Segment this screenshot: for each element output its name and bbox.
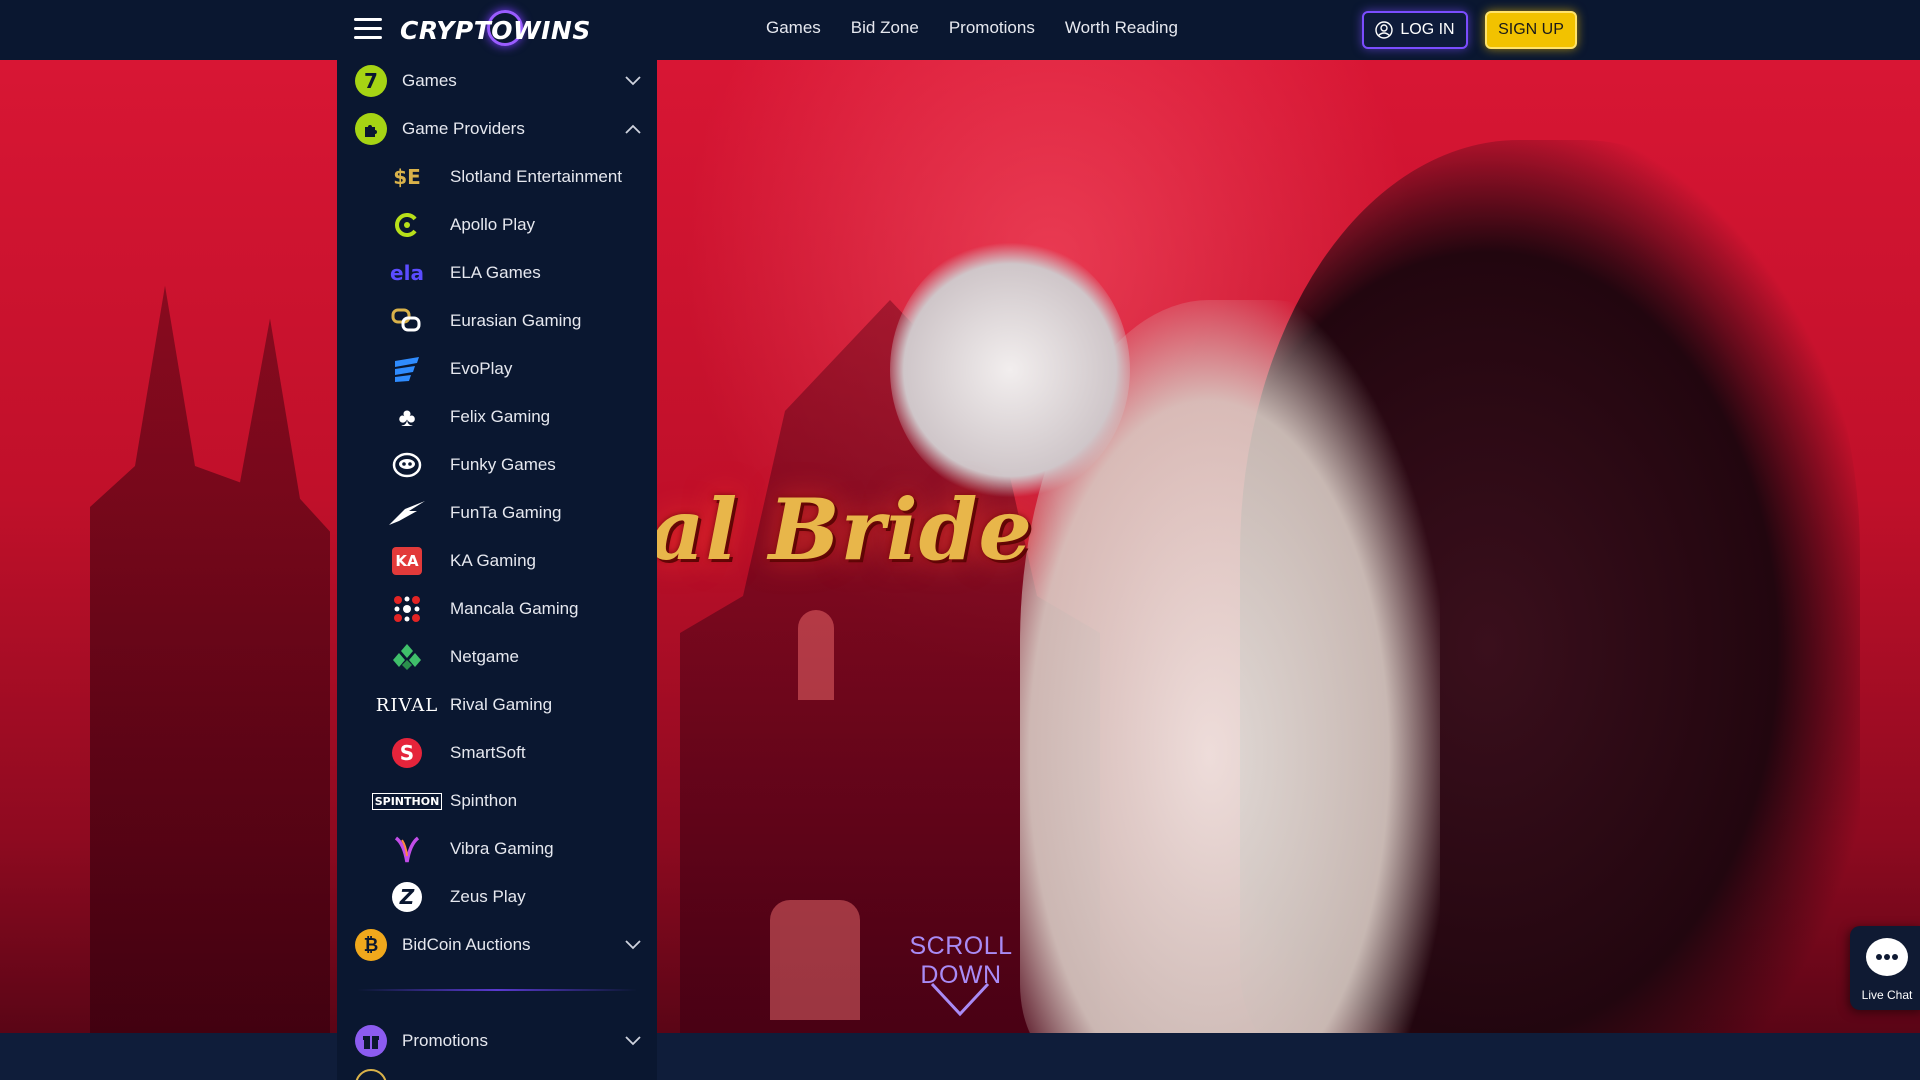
provider-item-slotland[interactable]: $E Slotland Entertainment [337, 153, 657, 201]
gift-icon [355, 1025, 387, 1057]
castle-window [798, 610, 834, 700]
provider-label: Eurasian Gaming [450, 311, 582, 330]
chat-bubble-icon [1866, 938, 1908, 976]
menu-item-promotions[interactable]: Promotions [337, 1017, 657, 1065]
nav-link-bid-zone[interactable]: Bid Zone [851, 18, 919, 38]
rival-logo-icon: RIVAL [375, 694, 439, 716]
chevron-down-icon[interactable] [625, 1036, 641, 1046]
zeus-logo-icon: Z [381, 882, 433, 912]
page-bottom-band [0, 1033, 1920, 1080]
provider-item-zeus-play[interactable]: Z Zeus Play [337, 873, 657, 921]
provider-item-felix-gaming[interactable]: ♣ Felix Gaming [337, 393, 657, 441]
castle-silhouette-left [90, 285, 330, 1033]
provider-label: Felix Gaming [450, 407, 551, 426]
user-icon [1375, 21, 1394, 39]
menu-item-bidcoin-auctions[interactable]: ₿ BidCoin Auctions [337, 921, 657, 969]
nav-link-worth-reading[interactable]: Worth Reading [1065, 18, 1178, 38]
seven-icon: 7 [355, 65, 387, 97]
main-nav: Games Bid Zone Promotions Worth Reading [766, 18, 1178, 38]
provider-label: EvoPlay [450, 359, 513, 378]
netgame-logo-icon [381, 643, 433, 671]
provider-label: SmartSoft [450, 743, 526, 762]
side-menu: 7 Games Game Providers $E Slotland Enter… [337, 57, 657, 1080]
provider-label: KA Gaming [450, 551, 536, 570]
live-chat-button[interactable]: Live Chat [1850, 926, 1920, 1010]
hero-figure-bride-hair [890, 240, 1130, 500]
site-logo[interactable]: CRYPTOWINS [400, 8, 595, 52]
provider-label: ELA Games [450, 263, 541, 282]
provider-item-apollo-play[interactable]: Apollo Play [337, 201, 657, 249]
menu-item-game-providers[interactable]: Game Providers [337, 105, 657, 153]
spinthon-logo-icon: SPINTHON [371, 787, 443, 815]
hero-banner[interactable]: al Bride [0, 60, 1920, 1033]
bitcoin-icon: ₿ [355, 929, 387, 961]
slotland-logo-icon: $E [393, 165, 421, 189]
provider-label: Apollo Play [450, 215, 536, 234]
castle-window [770, 900, 860, 1020]
provider-label: FunTa Gaming [450, 503, 562, 522]
felix-logo-icon: ♣ [398, 401, 416, 432]
apollo-logo-icon [381, 211, 433, 239]
chevron-down-icon[interactable] [625, 940, 641, 950]
provider-item-smartsoft[interactable]: S SmartSoft [337, 729, 657, 777]
menu-item-label: BidCoin Auctions [402, 935, 531, 954]
provider-item-mancala-gaming[interactable]: Mancala Gaming [337, 585, 657, 633]
login-button[interactable]: LOG IN [1362, 11, 1468, 49]
provider-item-spinthon[interactable]: SPINTHON Spinthon [337, 777, 657, 825]
provider-item-vibra-gaming[interactable]: Vibra Gaming [337, 825, 657, 873]
menu-item-next-icon[interactable] [355, 1069, 387, 1080]
provider-label: Spinthon [450, 791, 518, 810]
provider-item-funky-games[interactable]: Funky Games [337, 441, 657, 489]
vibra-logo-icon [381, 835, 433, 863]
menu-item-games[interactable]: 7 Games [337, 57, 657, 105]
chevron-up-icon[interactable] [625, 124, 641, 134]
provider-label: Mancala Gaming [450, 599, 579, 618]
chevron-down-icon[interactable] [625, 76, 641, 86]
signup-label: SIGN UP [1498, 21, 1564, 38]
nav-link-games[interactable]: Games [766, 18, 821, 38]
provider-label: Slotland Entertainment [450, 167, 622, 186]
mancala-logo-icon [381, 595, 433, 623]
menu-divider [357, 989, 637, 991]
provider-item-rival-gaming[interactable]: RIVAL Rival Gaming [337, 681, 657, 729]
menu-item-label: Promotions [402, 1031, 488, 1050]
login-label: LOG IN [1400, 21, 1455, 38]
ka-logo-icon: KA [381, 547, 433, 575]
nav-link-promotions[interactable]: Promotions [949, 18, 1035, 38]
provider-label: Rival Gaming [450, 695, 553, 714]
menu-item-label: Games [402, 71, 457, 90]
ela-logo-icon: ela [390, 261, 424, 285]
provider-item-ka-gaming[interactable]: KA KA Gaming [337, 537, 657, 585]
menu-icon[interactable] [354, 18, 382, 40]
signup-button[interactable]: SIGN UP [1485, 11, 1577, 49]
live-chat-label: Live Chat [1861, 988, 1913, 1002]
puzzle-icon [355, 113, 387, 145]
provider-label: Netgame [450, 647, 519, 666]
smartsoft-logo-icon: S [381, 738, 433, 768]
provider-label: Funky Games [450, 455, 556, 474]
chevron-down-icon[interactable] [928, 980, 992, 1020]
provider-item-ela-games[interactable]: ela ELA Games [337, 249, 657, 297]
provider-item-eurasian-gaming[interactable]: Eurasian Gaming [337, 297, 657, 345]
logo-text: CRYPTOWINS [400, 16, 591, 45]
provider-item-funta-gaming[interactable]: FunTa Gaming [337, 489, 657, 537]
provider-label: Zeus Play [450, 887, 526, 906]
funky-logo-icon [381, 451, 433, 479]
funta-logo-icon [381, 499, 433, 527]
hero-title: al Bride [650, 480, 1033, 579]
eurasian-logo-icon [381, 307, 433, 335]
evoplay-logo-icon [381, 355, 433, 383]
provider-item-netgame[interactable]: Netgame [337, 633, 657, 681]
provider-item-evoplay[interactable]: EvoPlay [337, 345, 657, 393]
menu-item-label: Game Providers [402, 119, 525, 138]
top-navbar: CRYPTOWINS Games Bid Zone Promotions Wor… [0, 0, 1920, 60]
provider-label: Vibra Gaming [450, 839, 554, 858]
